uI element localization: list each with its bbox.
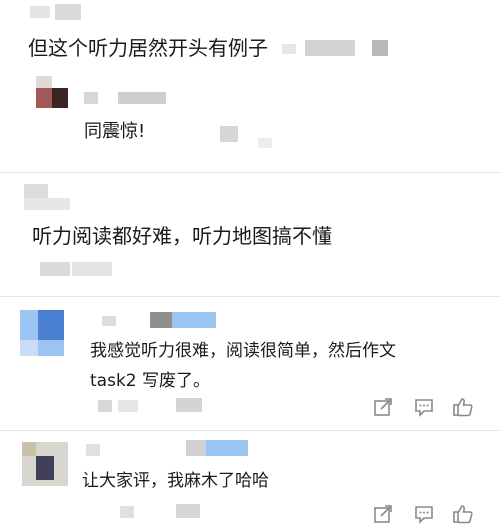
- blurred-username: [206, 440, 248, 456]
- share-icon[interactable]: [372, 503, 394, 525]
- comment-icon[interactable]: [413, 503, 435, 525]
- blurred-username: [24, 198, 70, 210]
- blurred-meta: [118, 400, 138, 412]
- blurred-meta: [305, 40, 355, 56]
- blurred-meta: [220, 126, 238, 142]
- blurred-meta: [282, 44, 296, 54]
- divider: [0, 172, 500, 173]
- reply-text: 同震惊!: [84, 121, 146, 142]
- blurred-meta: [176, 504, 200, 518]
- share-icon[interactable]: [372, 396, 394, 418]
- comment-icon[interactable]: [413, 396, 435, 418]
- thumbs-up-icon[interactable]: [452, 503, 474, 525]
- avatar: [20, 340, 38, 356]
- avatar: [36, 456, 54, 480]
- blurred-meta: [40, 262, 70, 276]
- avatar: [52, 88, 68, 108]
- blurred-username: [150, 312, 172, 328]
- divider: [0, 430, 500, 431]
- comment-text: task2 写废了。: [90, 371, 211, 391]
- blurred-username: [102, 316, 116, 326]
- comment-text: 但这个听力居然开头有例子: [28, 36, 268, 60]
- blurred-username: [186, 440, 206, 456]
- blurred-username: [84, 92, 98, 104]
- blurred-username: [118, 92, 166, 104]
- blurred-username: [86, 444, 100, 456]
- blurred-meta: [176, 398, 202, 412]
- avatar: [22, 442, 36, 456]
- divider: [0, 296, 500, 297]
- comment-text: 听力阅读都好难，听力地图搞不懂: [32, 224, 332, 248]
- blurred-meta: [120, 506, 134, 518]
- comment-text: 让大家评，我麻木了哈哈: [82, 471, 269, 491]
- blurred-username: [30, 6, 50, 18]
- comment-text: 我感觉听力很难，阅读很简单，然后作文: [90, 341, 396, 361]
- blurred-meta: [258, 138, 272, 148]
- avatar: [36, 88, 52, 108]
- thumbs-up-icon[interactable]: [452, 396, 474, 418]
- blurred-meta: [72, 262, 112, 276]
- blurred-username: [172, 312, 216, 328]
- blurred-meta: [98, 400, 112, 412]
- blurred-username: [55, 4, 81, 20]
- avatar: [38, 310, 64, 340]
- avatar: [36, 76, 52, 88]
- blurred-meta: [372, 40, 388, 56]
- blurred-username: [24, 184, 48, 198]
